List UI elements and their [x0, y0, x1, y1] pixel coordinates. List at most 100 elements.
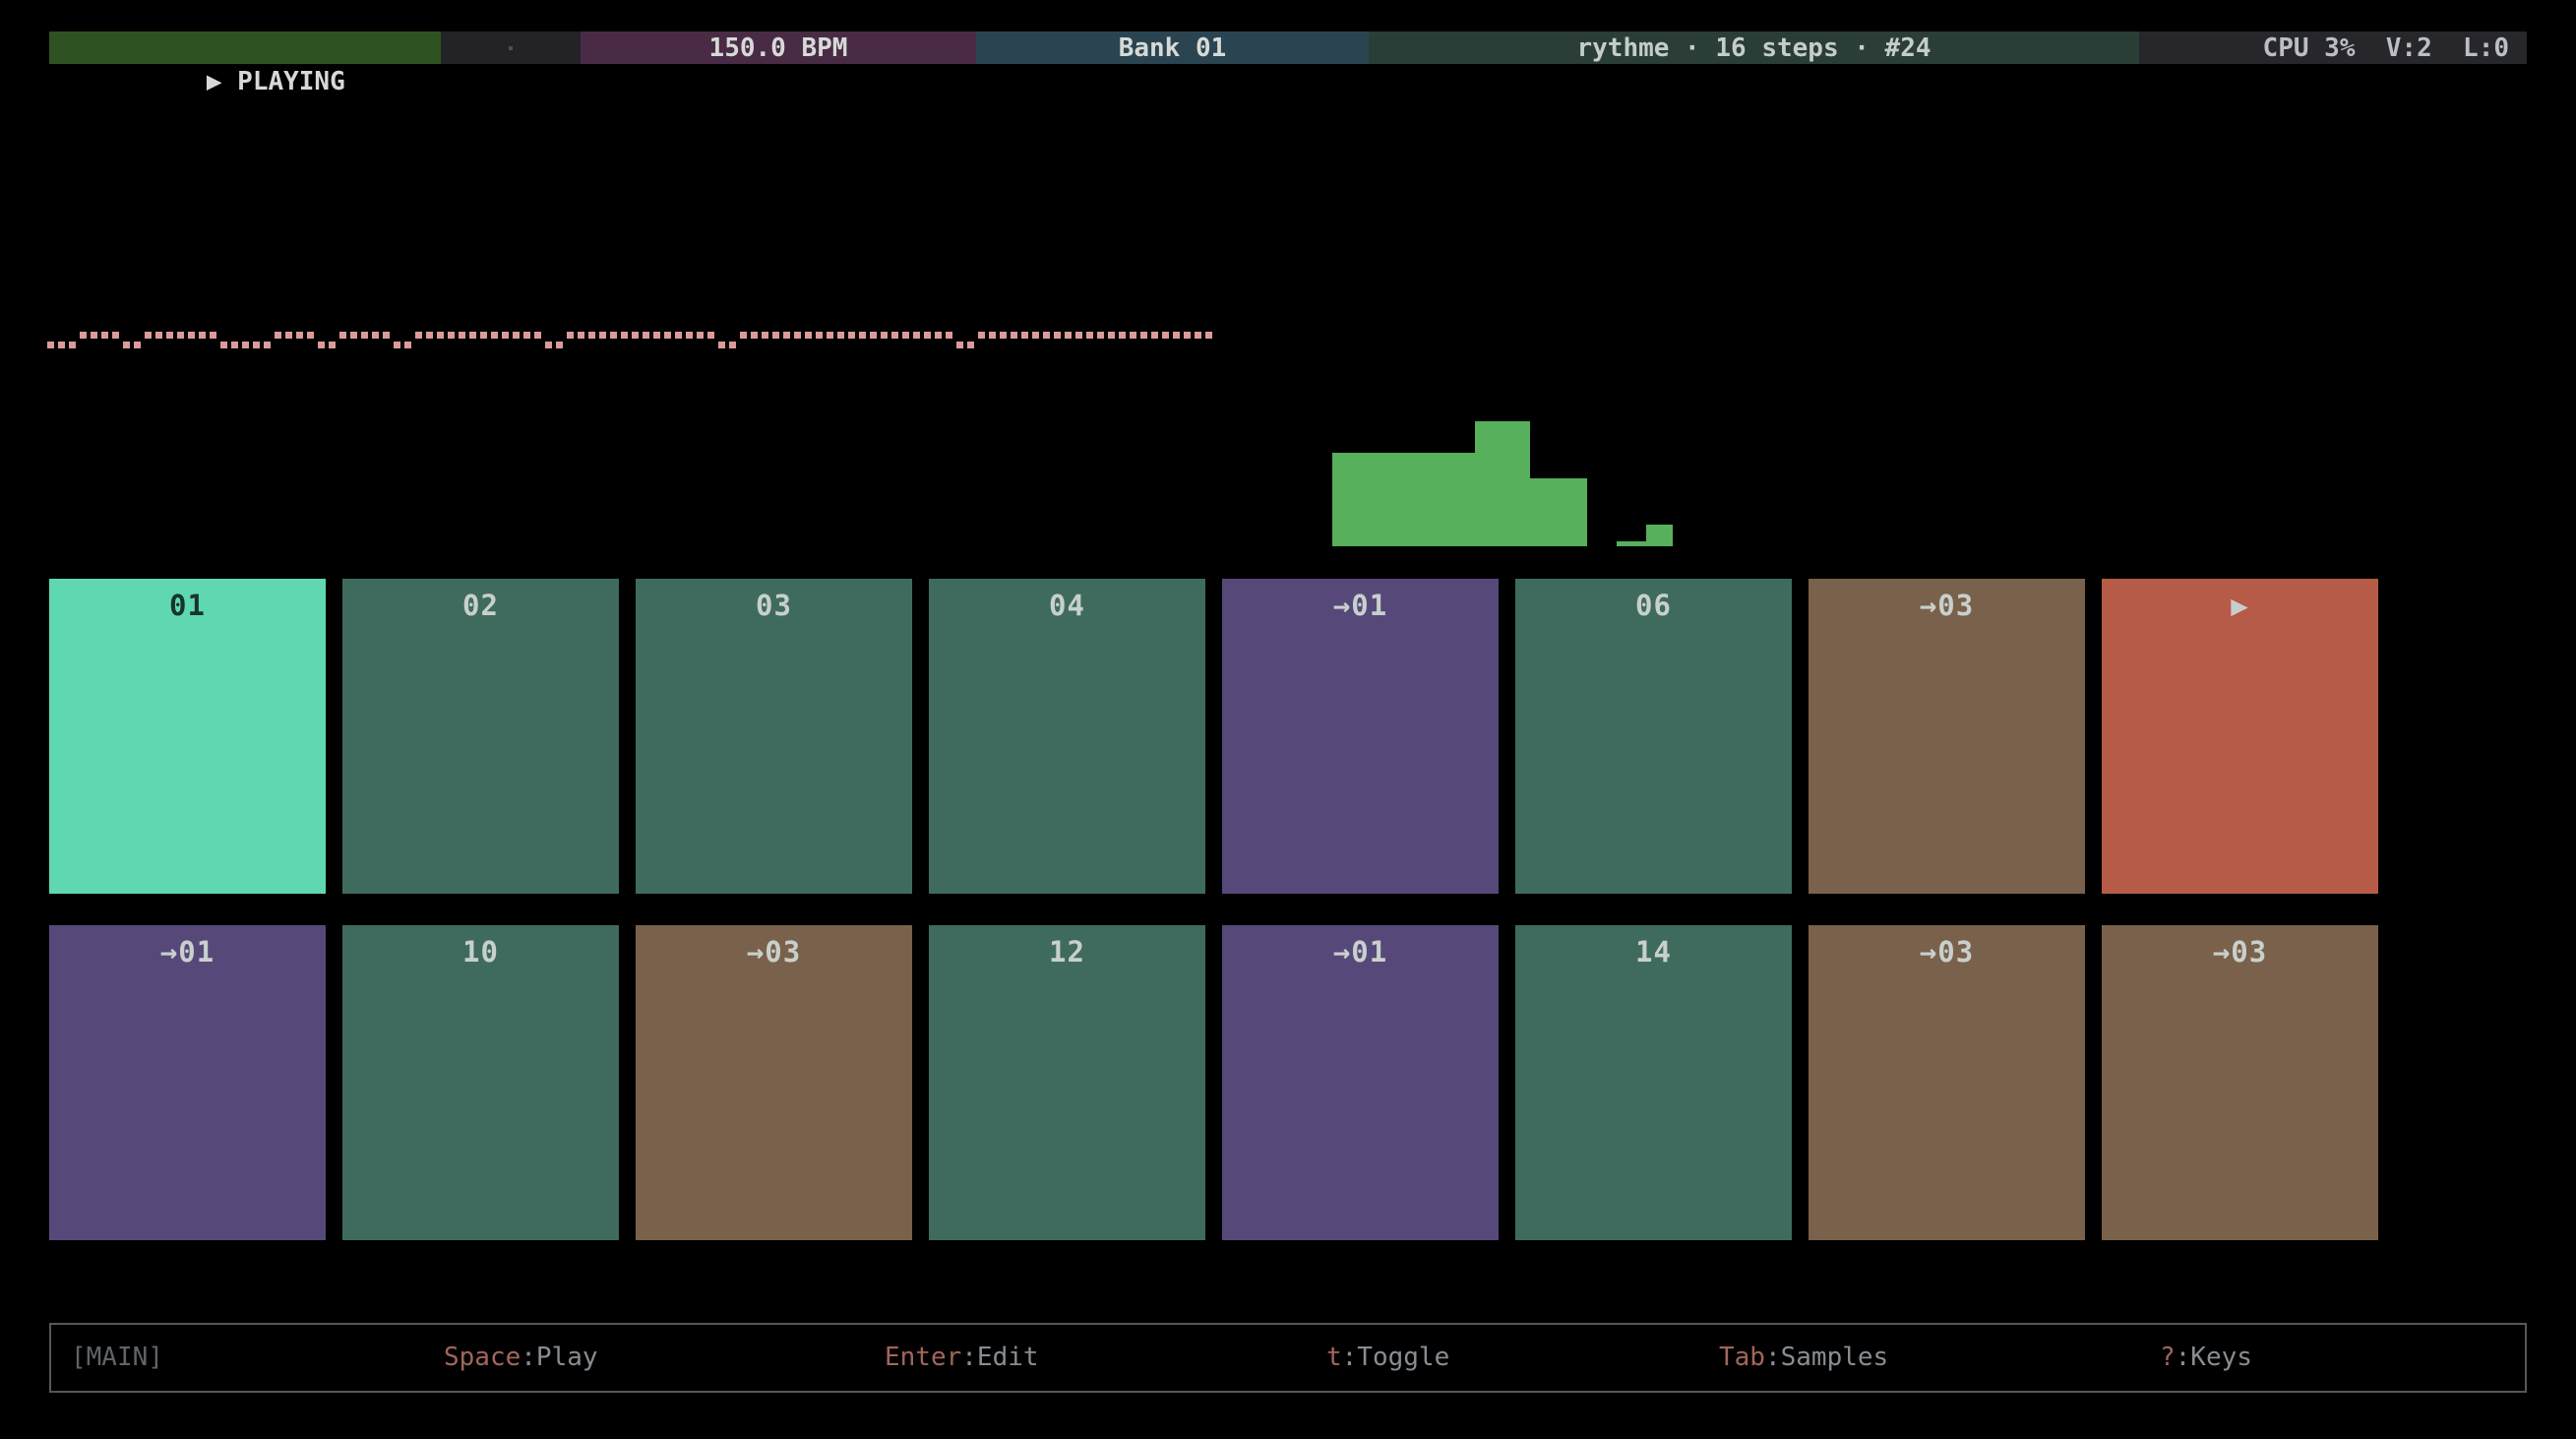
hint-play: Space:Play [444, 1325, 598, 1390]
pad-label: →01 [1333, 589, 1387, 622]
waveform-dot [653, 332, 660, 339]
waveform-dot [112, 332, 119, 339]
pad-r1-1[interactable]: 01 [49, 579, 326, 894]
waveform-dot [913, 332, 920, 339]
waveform-dot [231, 342, 238, 348]
waveform-dot [902, 332, 909, 339]
waveform-dot [502, 332, 509, 339]
pad-r2-6[interactable]: 14 [1515, 925, 1792, 1240]
waveform-dot [534, 332, 541, 339]
pad-r2-7[interactable]: →03 [1809, 925, 2085, 1240]
pad-r2-5[interactable]: →01 [1222, 925, 1499, 1240]
waveform-dot [307, 332, 314, 339]
waveform-dot [199, 332, 206, 339]
pad-r2-8[interactable]: →03 [2102, 925, 2378, 1240]
waveform-dot [794, 332, 801, 339]
pad-label: 03 [756, 589, 792, 622]
pad-r1-7[interactable]: →03 [1809, 579, 2085, 894]
waveform-dot [1119, 332, 1126, 339]
waveform-dot [1205, 332, 1212, 339]
hint-samples: Tab:Samples [1719, 1325, 1888, 1390]
waveform-dot [264, 342, 271, 348]
meter-bar [1646, 525, 1673, 546]
pad-label: 12 [1049, 935, 1085, 969]
waveform-dot [1184, 332, 1191, 339]
waveform-dot [166, 332, 173, 339]
waveform-dot [145, 332, 152, 339]
waveform-dot [80, 332, 87, 339]
waveform-dot [242, 342, 249, 348]
transport-status: ▶ PLAYING [49, 31, 441, 64]
status-bar: [MAIN] Space:Play Enter:Edit t:Toggle Ta… [49, 1323, 2527, 1393]
pad-label: 02 [462, 589, 499, 622]
hint-keys: ?:Keys [2160, 1325, 2252, 1390]
waveform-dot [989, 332, 996, 339]
waveform-dot [318, 342, 325, 348]
pad-r2-4[interactable]: 12 [929, 925, 1205, 1240]
waveform-dot [58, 342, 65, 348]
hint-edit: Enter:Edit [885, 1325, 1039, 1390]
waveform-dot [1043, 332, 1050, 339]
waveform-dot [383, 332, 390, 339]
waveform-dot [924, 332, 931, 339]
waveform-dot [751, 332, 758, 339]
pad-label: 01 [169, 589, 206, 622]
waveform-dot [372, 332, 379, 339]
pad-r1-4[interactable]: 04 [929, 579, 1205, 894]
waveform-dot [1054, 332, 1061, 339]
waveform-dot [275, 332, 281, 339]
waveform-dot [783, 332, 790, 339]
play-icon: ▶ [207, 67, 222, 96]
waveform-dot [697, 332, 704, 339]
waveform-dot [632, 332, 639, 339]
pad-row-2: →0110→0312→0114→03→03 [49, 925, 2378, 1240]
waveform-dot [1151, 332, 1158, 339]
waveform-dot [480, 332, 487, 339]
pad-label: →03 [1920, 589, 1974, 622]
waveform-dot [718, 342, 725, 348]
pad-r1-8[interactable]: ▶ [2102, 579, 2378, 894]
system-stats-display: CPU 3% V:2 L:0 [2139, 31, 2527, 64]
waveform-dot [664, 332, 671, 339]
waveform-dot [134, 342, 141, 348]
pad-label: 06 [1635, 589, 1672, 622]
waveform-dot [891, 332, 898, 339]
waveform-dot [1065, 332, 1072, 339]
waveform-dot [1140, 332, 1147, 339]
waveform-dot [956, 342, 963, 348]
bank-display: Bank 01 [976, 31, 1369, 64]
pad-r1-5[interactable]: →01 [1222, 579, 1499, 894]
waveform-dot [545, 342, 552, 348]
meter-bar [1475, 421, 1530, 546]
waveform-dot [210, 332, 216, 339]
waveform-dot [220, 342, 227, 348]
pattern-info-display: rythme · 16 steps · #24 [1369, 31, 2139, 64]
pad-r2-2[interactable]: 10 [342, 925, 619, 1240]
pad-r1-3[interactable]: 03 [636, 579, 912, 894]
waveform-dot [1130, 332, 1136, 339]
waveform-dot [859, 332, 866, 339]
pad-r2-3[interactable]: →03 [636, 925, 912, 1240]
pad-r1-2[interactable]: 02 [342, 579, 619, 894]
bpm-display: 150.0 BPM [581, 31, 976, 64]
level-meter [1332, 421, 1677, 546]
tick-indicator-dot [509, 46, 513, 50]
waveform-dot [155, 332, 162, 339]
waveform-dot [339, 332, 346, 339]
waveform-dot [91, 332, 97, 339]
pad-r2-1[interactable]: →01 [49, 925, 326, 1240]
pad-label: →03 [747, 935, 801, 969]
waveform-dot [816, 332, 823, 339]
pad-label: →03 [2213, 935, 2267, 969]
waveform-dot [459, 332, 465, 339]
pad-label: →03 [1920, 935, 1974, 969]
waveform-dot [567, 332, 574, 339]
waveform-dot [47, 342, 54, 348]
waveform-dot [404, 342, 411, 348]
waveform-dot [762, 332, 768, 339]
pad-r1-6[interactable]: 06 [1515, 579, 1792, 894]
pad-label: 14 [1635, 935, 1672, 969]
waveform-dot [556, 342, 563, 348]
waveform-dot [588, 332, 595, 339]
pad-label: 04 [1049, 589, 1085, 622]
